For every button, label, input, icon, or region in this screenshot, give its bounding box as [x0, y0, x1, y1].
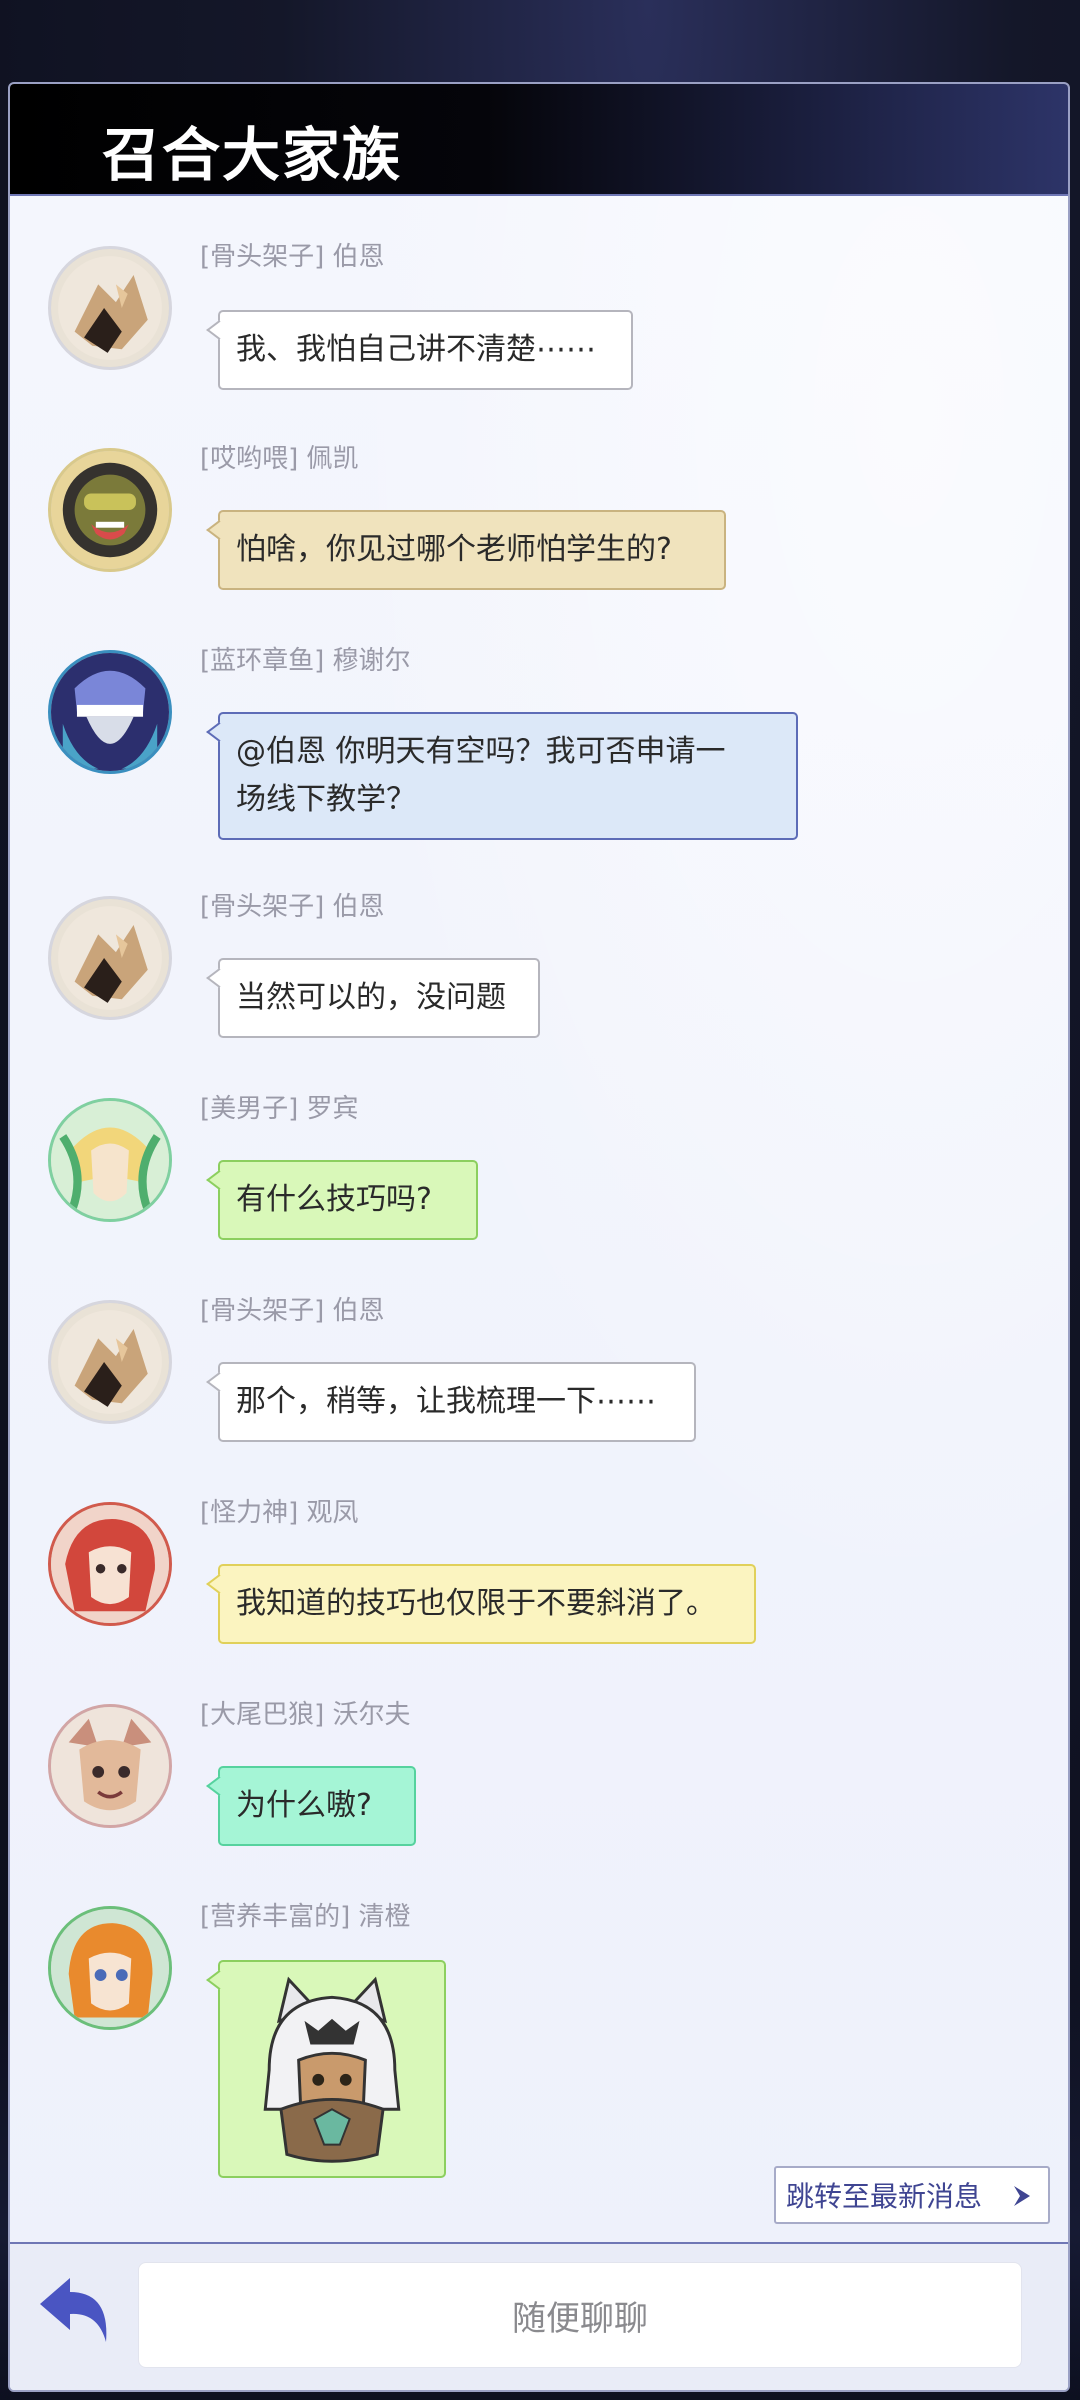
- sender-name: [骨头架子] 伯恩: [200, 1296, 385, 1326]
- redhair-character-avatar[interactable]: [48, 1502, 172, 1626]
- message-bubble: 我、我怕自己讲不清楚⋯⋯: [218, 310, 633, 390]
- sticker-bubble[interactable]: [218, 1960, 446, 2178]
- message-bubble: 当然可以的，没问题: [218, 958, 540, 1038]
- blonde-character-avatar[interactable]: [48, 1098, 172, 1222]
- bone-character-avatar[interactable]: [48, 896, 172, 1020]
- octopus-character-avatar[interactable]: [48, 650, 172, 774]
- message-list[interactable]: [骨头架子] 伯恩 我、我怕自己讲不清楚⋯⋯ [哎哟喂] 佩凯 怕啥，你见过哪个…: [10, 196, 1068, 2326]
- bone-character-avatar[interactable]: [48, 246, 172, 370]
- message-bubble: 有什么技巧吗?: [218, 1160, 478, 1240]
- chat-footer: 随便聊聊: [10, 2242, 1068, 2390]
- chat-title: 召合大家族: [102, 121, 403, 189]
- message-bubble: 为什么嗷?: [218, 1766, 416, 1846]
- message-text-line: 场线下教学？: [236, 782, 416, 817]
- wolf-character-avatar[interactable]: [48, 1704, 172, 1828]
- chat-header: 召合大家族: [10, 84, 1068, 196]
- sender-name: [怪力神] 观凤: [200, 1498, 359, 1528]
- sender-name: [蓝环章鱼] 穆谢尔: [200, 646, 411, 676]
- sender-name: [骨头架子] 伯恩: [200, 242, 385, 272]
- message-bubble: 那个，稍等，让我梳理一下⋯⋯: [218, 1362, 696, 1442]
- message-bubble: @伯恩 你明天有空吗？我可否申请一 场线下教学？: [218, 712, 798, 840]
- chat-panel: 召合大家族 [骨头架子] 伯恩 我、我怕自己讲不清楚⋯⋯ [哎哟喂] 佩凯 怕啥…: [8, 82, 1070, 2392]
- sender-name: [大尾巴狼] 沃尔夫: [200, 1700, 411, 1730]
- bone-character-avatar[interactable]: [48, 1300, 172, 1424]
- chat-input[interactable]: 随便聊聊: [138, 2262, 1022, 2368]
- jump-to-latest-label: 跳转至最新消息: [786, 2180, 983, 2213]
- sender-name: [骨头架子] 伯恩: [200, 892, 385, 922]
- jump-to-latest-button[interactable]: 跳转至最新消息: [774, 2166, 1050, 2224]
- wolf-hood-sticker: [263, 1976, 401, 2163]
- goggles-character-avatar[interactable]: [48, 448, 172, 572]
- chevron-right-icon: [1014, 2186, 1030, 2206]
- sender-name: [营养丰富的] 清橙: [200, 1902, 411, 1932]
- reply-arrow-icon[interactable]: [36, 2272, 118, 2348]
- orange-hair-character-avatar[interactable]: [48, 1906, 172, 2030]
- chat-input-placeholder: 随便聊聊: [512, 2298, 648, 2339]
- message-bubble: 我知道的技巧也仅限于不要斜消了。: [218, 1564, 756, 1644]
- sender-name: [哎哟喂] 佩凯: [200, 444, 359, 474]
- sender-name: [美男子] 罗宾: [200, 1094, 359, 1124]
- message-text-line: @伯恩 你明天有空吗？我可否申请一: [236, 734, 726, 769]
- message-bubble: 怕啥，你见过哪个老师怕学生的?: [218, 510, 726, 590]
